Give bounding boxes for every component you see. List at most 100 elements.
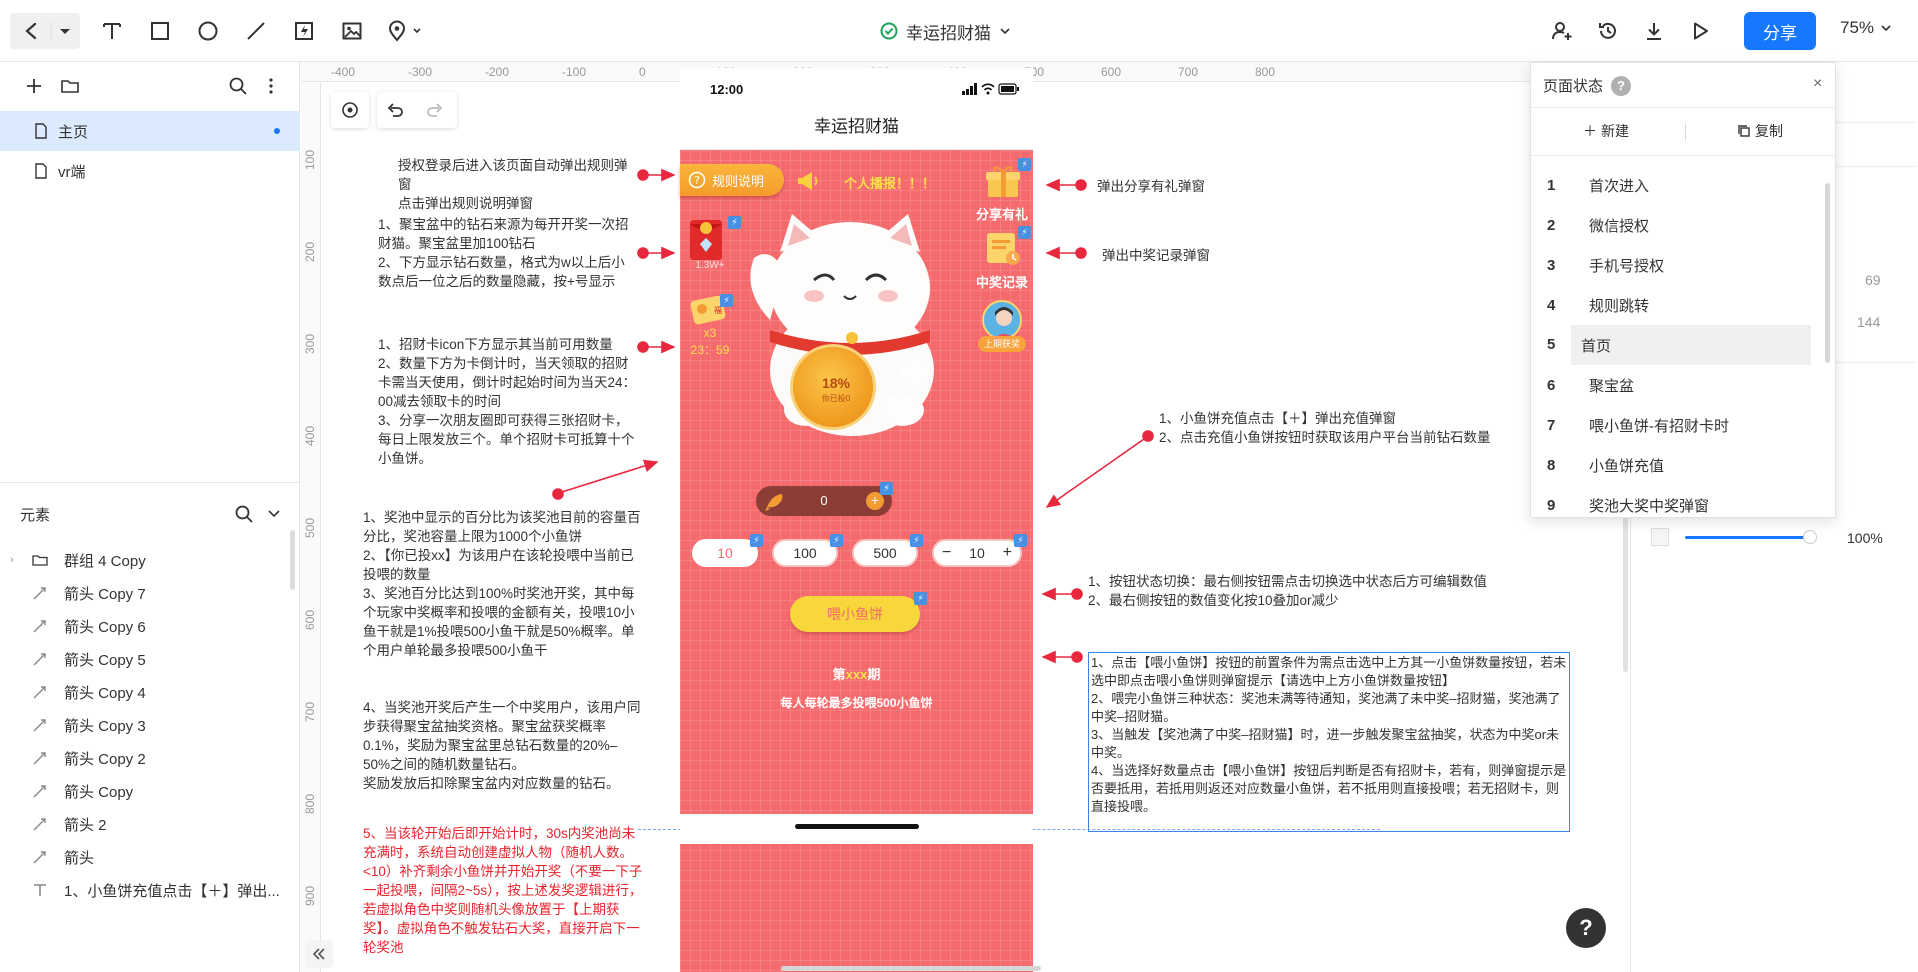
hotspot-badge-icon: ⚡ — [910, 534, 923, 547]
hotspot-badge-icon: ⚡ — [880, 482, 893, 495]
treasure-bowl-button[interactable]: 1.3W+ — [686, 214, 734, 278]
canvas-horizontal-scrollbar[interactable] — [781, 966, 1041, 971]
search-pages-button[interactable] — [228, 76, 248, 96]
preview-play-button[interactable] — [1682, 13, 1718, 49]
minus-button[interactable]: − — [942, 544, 951, 562]
state-item[interactable]: 首页 — [1571, 325, 1811, 365]
arrow-dot — [552, 488, 564, 500]
state-list-scrollbar[interactable] — [1825, 183, 1830, 363]
chevron-down-icon — [1881, 25, 1891, 32]
share-gift-button[interactable]: 分享有礼 — [974, 164, 1030, 222]
state-item[interactable]: 1 首次进入 — [1531, 165, 1821, 205]
svg-text:福: 福 — [714, 306, 722, 315]
expand-arrow-icon[interactable]: › — [10, 554, 14, 566]
download-button[interactable] — [1636, 13, 1672, 49]
element-layer-label: 箭头 Copy 5 — [64, 651, 146, 669]
fill-color-swatch[interactable] — [1651, 528, 1669, 546]
opacity-slider[interactable] — [1685, 536, 1809, 539]
prize-pool-coin[interactable]: 18% 你已投0 — [790, 344, 876, 430]
element-layer-label: 箭头 Copy 7 — [64, 585, 146, 603]
state-item[interactable]: 3 手机号授权 — [1531, 245, 1821, 285]
arrow-line-icon — [32, 717, 48, 733]
page-item-home[interactable]: 主页 — [0, 111, 300, 151]
divider — [1685, 123, 1686, 141]
add-page-button[interactable] — [24, 76, 44, 96]
copy-state-button[interactable]: 复制 — [1737, 121, 1783, 141]
double-chevron-left-icon — [312, 948, 325, 960]
state-item[interactable]: 4 规则跳转 — [1531, 285, 1821, 325]
page-item-vr[interactable]: vr端 — [0, 151, 300, 191]
divider — [1531, 155, 1835, 156]
state-item[interactable]: 2 微信授权 — [1531, 205, 1821, 245]
height-value[interactable]: 144 — [1857, 314, 1880, 330]
state-label: 手机号授权 — [1589, 257, 1665, 275]
red-envelope-diamond-icon — [690, 220, 722, 260]
phone-mockup[interactable]: 12:00 幸运招财猫 ? 规则说明 个人播报！！！ 分享有礼 ⚡ 中奖记录 ⚡… — [680, 68, 1033, 972]
state-item[interactable]: 9 奖池大奖中奖弹窗 — [1531, 485, 1821, 525]
plus-icon — [27, 79, 41, 93]
design-canvas[interactable]: -400-300-200-100010020030040050060070080… — [301, 62, 1630, 972]
hotspot-tool-icon — [295, 22, 313, 40]
last-winner-button[interactable]: 上期获奖 — [978, 300, 1026, 356]
width-value[interactable]: 69 — [1865, 272, 1881, 288]
win-record-button[interactable]: 中奖记录 — [974, 230, 1030, 290]
lucky-card-count: x3 — [703, 326, 717, 340]
element-layer-item[interactable]: 1、小鱼饼充值点击【＋】弹出... — [0, 870, 290, 910]
question-circle-icon: ? — [688, 171, 706, 189]
arrow-line-icon — [32, 651, 48, 667]
ellipse-tool-button[interactable] — [190, 13, 226, 49]
hotspot-tool-button[interactable] — [286, 13, 322, 49]
rectangle-tool-button[interactable] — [142, 13, 178, 49]
add-user-icon — [1552, 22, 1572, 40]
page-icon — [35, 123, 47, 139]
close-icon[interactable]: × — [1813, 75, 1822, 93]
win-record-label: 中奖记录 — [975, 275, 1028, 290]
state-label: 首页 — [1581, 337, 1612, 355]
plus-button[interactable]: + — [1003, 544, 1012, 562]
add-folder-button[interactable] — [60, 76, 80, 96]
arrow-dot — [637, 169, 649, 181]
invite-user-button[interactable] — [1544, 13, 1580, 49]
new-state-button[interactable]: ＋新建 — [1583, 121, 1629, 141]
elements-title: 元素 — [20, 506, 51, 524]
search-elements-button[interactable] — [234, 504, 254, 524]
page-item-label: vr端 — [58, 163, 86, 181]
collapse-elements-button[interactable] — [266, 506, 282, 522]
play-icon — [1694, 22, 1708, 40]
state-item[interactable]: 6 聚宝盆 — [1531, 365, 1821, 405]
chip-100[interactable]: 100 — [772, 539, 838, 567]
back-button[interactable] — [10, 13, 80, 49]
chip-stepper[interactable]: − 10 + — [932, 539, 1022, 567]
opacity-value[interactable]: 100% — [1847, 530, 1883, 546]
text-tool-button[interactable] — [94, 13, 130, 49]
gift-box-icon — [986, 166, 1020, 197]
feed-fish-button[interactable]: 喂小鱼饼 — [790, 596, 920, 632]
image-tool-button[interactable] — [334, 13, 370, 49]
chip-10[interactable]: 10 — [692, 539, 758, 567]
help-button[interactable]: ? — [1566, 908, 1606, 948]
element-layer-label: 箭头 Copy 2 — [64, 750, 146, 768]
state-item[interactable]: 7 喂小鱼饼-有招财卡时 — [1531, 405, 1821, 445]
history-button[interactable] — [1590, 13, 1626, 49]
pool-percent: 18% — [821, 375, 851, 391]
more-options-button[interactable] — [266, 76, 276, 96]
rules-button[interactable]: ? 规则说明 — [680, 164, 784, 196]
collapse-sidebar-button[interactable] — [305, 940, 333, 968]
unsaved-dot — [274, 128, 280, 134]
zoom-select[interactable]: 75% — [1840, 18, 1892, 38]
share-gift-label: 分享有礼 — [975, 207, 1028, 222]
state-label: 喂小鱼饼-有招财卡时 — [1589, 417, 1729, 435]
last-winner-label: 上期获奖 — [978, 336, 1026, 352]
arrow-line-icon — [32, 585, 48, 601]
state-item[interactable]: 8 小鱼饼充值 — [1531, 445, 1821, 485]
arrow-dot — [1071, 588, 1083, 600]
help-icon[interactable]: ? — [1611, 75, 1632, 96]
share-button[interactable]: 分享 — [1744, 12, 1816, 50]
chip-500[interactable]: 500 — [852, 539, 918, 567]
back-icon — [25, 22, 70, 40]
elements-scrollbar[interactable] — [290, 530, 295, 590]
location-tool-button[interactable] — [382, 13, 430, 49]
opacity-slider-handle[interactable] — [1803, 530, 1817, 544]
line-tool-button[interactable] — [238, 13, 274, 49]
document-title[interactable]: 幸运招财猫 — [880, 18, 1011, 44]
